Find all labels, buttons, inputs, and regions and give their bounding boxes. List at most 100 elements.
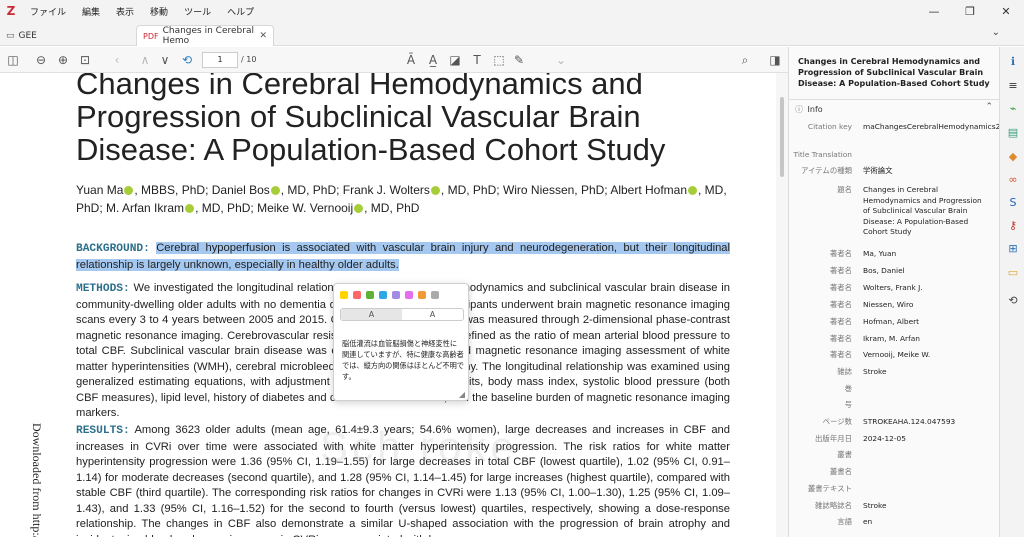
fit-page-icon[interactable]: ⊡ xyxy=(76,51,94,69)
zoom-in-icon[interactable]: ⊕ xyxy=(54,51,72,69)
field-label: 著者名 xyxy=(829,266,852,275)
item-title[interactable]: Changes in Cerebral Hemodynamics and Pro… xyxy=(798,56,998,89)
rotate-icon[interactable]: ⟲ xyxy=(178,51,196,69)
tab-library[interactable]: ▭ GEE xyxy=(6,25,126,46)
image-tool-icon[interactable]: ⬚ xyxy=(490,51,508,69)
orcid-icon[interactable] xyxy=(430,186,440,195)
field-value[interactable]: Vernooij, Meike W. xyxy=(863,350,991,361)
sticky-note-icon[interactable]: ▭ xyxy=(1007,267,1019,279)
author-name: Frank J. Wolters xyxy=(342,183,430,197)
close-tab-icon[interactable]: ✕ xyxy=(259,31,267,41)
key-icon[interactable]: ⚷ xyxy=(1007,220,1019,232)
search-icon[interactable]: ⌕ xyxy=(736,51,754,69)
next-page-icon[interactable]: ∨ xyxy=(156,51,174,69)
field-label: 言語 xyxy=(837,517,852,526)
tab-document[interactable]: PDF Changes in Cerebral Hemo ✕ xyxy=(136,25,274,46)
ink-tool-icon[interactable]: ✎ xyxy=(510,51,528,69)
collapse-icon[interactable]: ⌃ xyxy=(985,102,993,112)
field-label: 題名 xyxy=(837,185,852,194)
scrollbar-thumb[interactable] xyxy=(780,97,784,177)
orcid-icon[interactable] xyxy=(185,204,195,213)
related-icon[interactable]: ∞ xyxy=(1007,174,1019,186)
field-value[interactable]: Hofman, Albert xyxy=(863,317,991,328)
field-label: 著者名 xyxy=(829,249,852,258)
tool-options-icon[interactable]: ⌄ xyxy=(552,51,570,69)
field-label: 叢書 xyxy=(837,450,852,459)
field-value[interactable]: 学術論文 xyxy=(863,166,991,177)
author-name: Daniel Bos xyxy=(211,183,270,197)
text-tool-icon[interactable]: T xyxy=(468,51,486,69)
orcid-icon[interactable] xyxy=(354,204,364,213)
author-name: M. Arfan Ikram xyxy=(106,201,185,215)
highlighted-text[interactable]: Cerebral hypoperfusion is associated wit… xyxy=(76,242,730,271)
field-label: 著者名 xyxy=(829,317,852,326)
field-value[interactable]: 2024-12-05 xyxy=(863,434,991,445)
highlight-mode-button[interactable]: A xyxy=(341,309,402,320)
restore-icon[interactable]: ❐ xyxy=(952,5,988,18)
menu-help[interactable]: ヘルプ xyxy=(219,5,262,18)
field-value[interactable]: Bos, Daniel xyxy=(863,266,991,277)
underline-tool-icon[interactable]: A̲ xyxy=(424,51,442,69)
field-label: 著者名 xyxy=(829,283,852,292)
author-degree: , MD, PhD; xyxy=(440,183,503,197)
tab-bar: ▭ GEE PDF Changes in Cerebral Hemo ✕ ⌄ xyxy=(0,22,1024,46)
info-section-header[interactable]: ⓘ Info xyxy=(795,104,823,115)
color-swatch[interactable] xyxy=(392,291,400,299)
field-label: アイテムの種類 xyxy=(801,166,852,175)
menu-edit[interactable]: 編集 xyxy=(74,5,108,18)
color-swatch[interactable] xyxy=(353,291,361,299)
translate-icon[interactable]: ⊞ xyxy=(1007,243,1019,255)
item-pane: Changes in Cerebral Hemodynamics and Pro… xyxy=(788,47,1014,537)
history-icon[interactable]: ⟲ xyxy=(1007,295,1019,307)
orcid-icon[interactable] xyxy=(688,186,698,195)
field-label: ページ数 xyxy=(822,417,852,426)
context-pane-toggle-icon[interactable]: ◨ xyxy=(766,51,784,69)
attachment-icon[interactable]: ⌁ xyxy=(1007,103,1019,115)
field-value[interactable]: Stroke xyxy=(863,367,991,378)
field-value[interactable]: en xyxy=(863,517,991,528)
field-value[interactable]: Wolters, Frank J. xyxy=(863,283,991,294)
field-value[interactable]: Stroke xyxy=(863,501,991,512)
color-swatch[interactable] xyxy=(431,291,439,299)
minimize-icon[interactable]: — xyxy=(916,5,952,18)
back-icon[interactable]: ‹ xyxy=(108,51,126,69)
orcid-icon[interactable] xyxy=(270,186,280,195)
note-tool-icon[interactable]: ◪ xyxy=(446,51,464,69)
color-swatch[interactable] xyxy=(340,291,348,299)
field-value[interactable]: STROKEAHA.124.047593 xyxy=(863,417,991,428)
scite-icon[interactable]: S xyxy=(1007,197,1019,209)
color-swatch[interactable] xyxy=(366,291,374,299)
sidebar-toggle-icon[interactable]: ◫ xyxy=(4,51,22,69)
annotation-comment[interactable]: 脳低灌流は血管脳損傷と神経変性に関連していますが、特に健康な高齢者では、縦方向の… xyxy=(342,338,464,382)
annotation-type-switch: A A xyxy=(340,308,464,321)
field-value[interactable]: Ma, Yuan xyxy=(863,249,991,260)
abstract-icon[interactable]: ≡ xyxy=(1007,80,1019,92)
zotero-logo-icon: Z xyxy=(6,4,16,18)
menu-tools[interactable]: ツール xyxy=(176,5,219,18)
field-value[interactable]: Niessen, Wiro xyxy=(863,300,991,311)
color-swatch[interactable] xyxy=(405,291,413,299)
menu-file[interactable]: ファイル xyxy=(22,5,74,18)
underline-mode-button[interactable]: A xyxy=(402,309,463,320)
menu-go[interactable]: 移動 xyxy=(142,5,176,18)
tags-icon[interactable]: ◆ xyxy=(1007,151,1019,163)
menu-view[interactable]: 表示 xyxy=(108,5,142,18)
color-swatch[interactable] xyxy=(379,291,387,299)
info-icon[interactable]: ℹ xyxy=(1007,56,1019,68)
author-degree: , MD, PhD; xyxy=(195,201,258,215)
zoom-out-icon[interactable]: ⊖ xyxy=(32,51,50,69)
orcid-icon[interactable] xyxy=(124,186,134,195)
highlight-tool-icon[interactable]: Ā xyxy=(402,51,420,69)
color-swatch[interactable] xyxy=(418,291,426,299)
methods-label: METHODS: xyxy=(76,283,130,295)
resize-handle-icon[interactable]: ◢ xyxy=(459,390,465,399)
field-value[interactable]: Ikram, M. Arfan xyxy=(863,334,991,345)
close-window-icon[interactable]: ✕ xyxy=(988,5,1024,18)
page-number-input[interactable]: 1 xyxy=(202,52,238,68)
chevron-down-icon[interactable]: ⌄ xyxy=(992,27,1000,38)
notes-icon[interactable]: ▤ xyxy=(1007,127,1019,139)
field-value[interactable]: Changes in Cerebral Hemodynamics and Pro… xyxy=(863,185,991,238)
previous-page-icon[interactable]: ∧ xyxy=(136,51,154,69)
field-value[interactable]: maChangesCerebralHemodynamics2024 xyxy=(863,122,1014,133)
field-label: 雑誌略誌名 xyxy=(815,501,852,510)
